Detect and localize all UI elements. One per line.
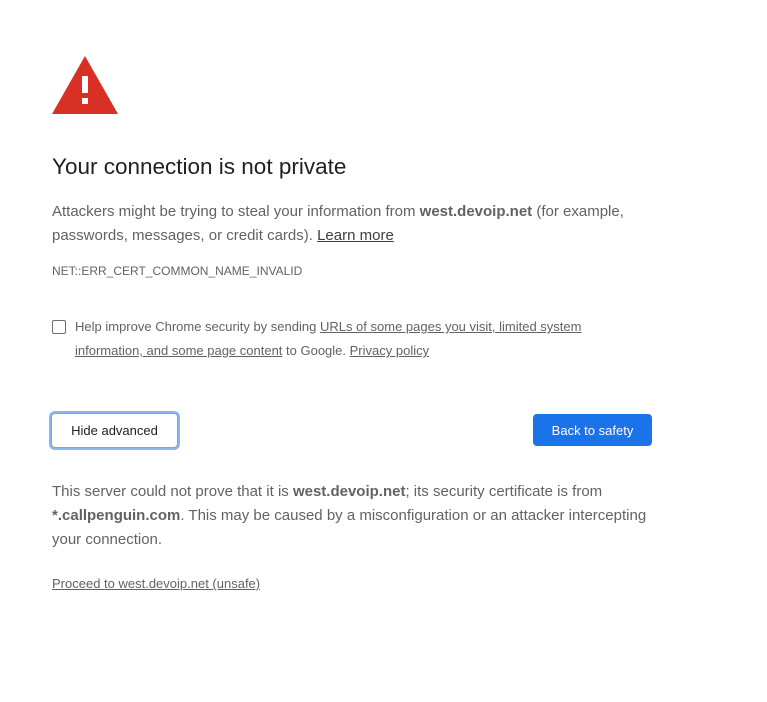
privacy-policy-link[interactable]: Privacy policy (350, 343, 429, 358)
proceed-unsafe-link[interactable]: Proceed to west.devoip.net (unsafe) (52, 576, 260, 591)
hide-advanced-button[interactable]: Hide advanced (51, 413, 178, 448)
intro-prefix: Attackers might be trying to steal your … (52, 203, 420, 220)
details-host: west.devoip.net (292, 483, 406, 500)
optin-prefix: Help improve Chrome security by sending (75, 319, 320, 334)
details-prefix: This server could not prove that it is (52, 483, 293, 500)
back-to-safety-button[interactable]: Back to safety (533, 414, 652, 446)
security-optin-checkbox[interactable] (52, 320, 66, 334)
advanced-details-text: This server could not prove that it is w… (52, 480, 652, 552)
intro-text: Attackers might be trying to steal your … (52, 200, 692, 248)
security-optin-label: Help improve Chrome security by sending … (75, 315, 635, 363)
error-code: NET::ERR_CERT_COMMON_NAME_INVALID (52, 264, 303, 278)
warning-triangle-icon (52, 56, 118, 114)
intro-host: west.devoip.net (419, 203, 533, 220)
details-middle: ; its security certificate is from (405, 483, 603, 500)
details-cert-host: *.callpenguin.com (52, 507, 181, 524)
page-title: Your connection is not private (52, 154, 347, 179)
optin-middle: to Google. (282, 343, 350, 358)
learn-more-link[interactable]: Learn more (317, 227, 394, 244)
proceed-unsafe: Proceed to west.devoip.net (unsafe) (52, 576, 260, 591)
